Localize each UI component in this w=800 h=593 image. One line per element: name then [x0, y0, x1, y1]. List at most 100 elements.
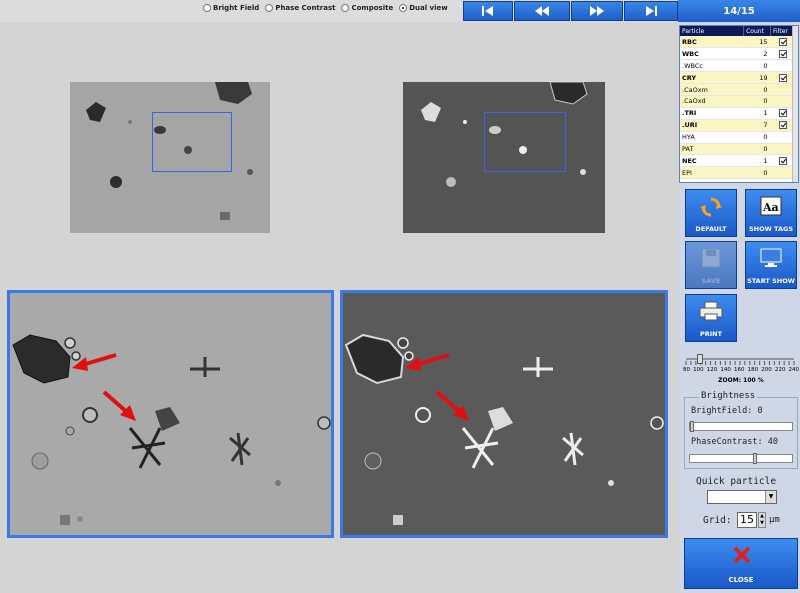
phasecontrast-label: PhaseContrast: 40: [691, 437, 778, 447]
printer-icon: [699, 301, 723, 321]
brightness-legend: Brightness: [699, 391, 758, 401]
red-arrow-icon: [102, 390, 136, 421]
particle-count: 1: [743, 107, 771, 120]
table-row[interactable]: .CaOxd 0: [680, 95, 793, 108]
table-row[interactable]: .TRI 1: [680, 107, 793, 120]
next-image-button[interactable]: [571, 1, 623, 21]
default-button[interactable]: DEFAULT: [685, 189, 737, 237]
phasecontrast-micrograph: [343, 293, 665, 535]
skip-first-icon: [482, 6, 493, 16]
phasecontrast-slider-thumb[interactable]: [753, 453, 758, 464]
start-show-button-label: START SHOW: [747, 277, 795, 285]
region-selection-box[interactable]: [484, 112, 566, 172]
previous-image-button[interactable]: [514, 1, 570, 21]
rewind-icon: [535, 6, 549, 16]
top-toolbar: Bright Field Phase Contrast Composite Du…: [0, 0, 678, 22]
filter-checkbox[interactable]: [778, 156, 787, 165]
grid-size-stepper[interactable]: ▲ ▼: [758, 512, 766, 528]
save-button[interactable]: SAVE: [685, 241, 737, 289]
radio-label: Dual view: [409, 4, 448, 12]
quick-particle-label: Quick particle: [696, 476, 777, 487]
table-scrollbar[interactable]: [792, 26, 798, 182]
zoom-scale-label: 160: [734, 367, 745, 373]
particle-name: HYA: [680, 131, 744, 144]
column-header-particle[interactable]: Particle: [680, 26, 745, 36]
quick-particle-dropdown[interactable]: ▼: [707, 490, 777, 504]
particle-name: .WBCc: [680, 59, 744, 73]
radio-phase-contrast[interactable]: Phase Contrast: [265, 4, 335, 12]
zoom-slider-thumb[interactable]: [696, 354, 703, 364]
filter-cell: [770, 59, 793, 73]
brightness-group: Brightness BrightField: 0 PhaseContrast:…: [684, 391, 798, 469]
grid-size-input[interactable]: 15: [737, 512, 757, 528]
column-header-filter[interactable]: Filter: [770, 26, 793, 36]
print-button[interactable]: PRINT: [685, 294, 737, 342]
zoom-scale-label: 140: [720, 367, 731, 373]
fast-forward-icon: [590, 6, 604, 16]
table-row[interactable]: CRY 19: [680, 71, 793, 85]
filter-cell: [770, 47, 793, 61]
particle-count: 1: [743, 154, 771, 168]
first-image-button[interactable]: [463, 1, 513, 21]
grid-label: Grid:: [703, 515, 732, 526]
filter-checkbox[interactable]: [778, 121, 787, 130]
filter-cell: [770, 83, 793, 96]
filter-cell: [770, 71, 793, 85]
particle-count: 19: [743, 71, 771, 85]
last-image-button[interactable]: [624, 1, 678, 21]
particle-count: 0: [743, 131, 771, 144]
close-button[interactable]: CLOSE: [684, 538, 798, 589]
region-selection-box[interactable]: [152, 112, 232, 172]
radio-label: Bright Field: [213, 4, 260, 12]
zoom-slider[interactable]: 80 100 120 140 160 180 200 220 240 ZOOM: 100 %: [683, 353, 799, 391]
monitor-icon: [760, 248, 782, 267]
particle-name: .TRI: [680, 107, 744, 120]
filter-cell: [770, 36, 793, 49]
radio-composite[interactable]: Composite: [341, 4, 393, 12]
chevron-down-icon[interactable]: ▼: [765, 491, 776, 503]
radio-bright-field[interactable]: Bright Field: [203, 4, 259, 12]
brightfield-zoom-view[interactable]: [7, 290, 334, 538]
filter-cell: [770, 143, 793, 156]
table-row[interactable]: EPI 0: [680, 166, 793, 180]
table-row[interactable]: RBC 15: [680, 36, 793, 49]
phasecontrast-slider[interactable]: [689, 453, 793, 464]
table-row[interactable]: .WBCc 0: [680, 59, 793, 73]
zoom-scale-label: 220: [774, 367, 786, 373]
view-mode-radio-group: Bright Field Phase Contrast Composite Du…: [203, 4, 448, 12]
filter-checkbox[interactable]: [778, 109, 787, 118]
particle-name: .URI: [680, 119, 744, 132]
radio-dot: [341, 4, 350, 12]
stepper-down-icon[interactable]: ▼: [760, 520, 764, 526]
particle-name: .CaOxm: [680, 83, 744, 96]
filter-checkbox[interactable]: [778, 73, 787, 82]
column-header-count[interactable]: Count: [743, 26, 772, 36]
particle-count: 15: [743, 36, 771, 49]
filter-checkbox[interactable]: [778, 37, 787, 46]
particle-count: 7: [743, 119, 771, 132]
red-arrow-icon: [435, 390, 469, 421]
zoom-scale-label: 100: [693, 367, 704, 373]
red-arrow-icon: [405, 353, 450, 371]
start-show-button[interactable]: START SHOW: [745, 241, 797, 289]
filter-checkbox[interactable]: [778, 49, 787, 58]
phasecontrast-zoom-view[interactable]: [340, 290, 668, 538]
table-row[interactable]: HYA 0: [680, 131, 793, 144]
image-counter: 14/15: [678, 0, 800, 22]
radio-label: Phase Contrast: [275, 4, 336, 12]
particle-count: 2: [743, 47, 771, 61]
particle-name: RBC: [680, 36, 744, 49]
grid-unit-label: µm: [769, 515, 780, 525]
brightfield-slider[interactable]: [689, 421, 793, 432]
brightfield-slider-thumb[interactable]: [690, 421, 694, 432]
stepper-up-icon[interactable]: ▲: [760, 513, 764, 519]
table-row[interactable]: .CaOxm 0: [680, 83, 793, 96]
radio-dual-view[interactable]: Dual view: [399, 4, 448, 12]
table-row[interactable]: NEC 1: [680, 154, 793, 168]
print-button-label: PRINT: [699, 330, 723, 338]
table-row[interactable]: .URI 7: [680, 119, 793, 132]
particle-name: CRY: [680, 71, 744, 85]
show-tags-button[interactable]: Aa SHOW TAGS: [745, 189, 797, 237]
table-row[interactable]: PAT 0: [680, 143, 793, 156]
table-row[interactable]: WBC 2: [680, 47, 793, 61]
